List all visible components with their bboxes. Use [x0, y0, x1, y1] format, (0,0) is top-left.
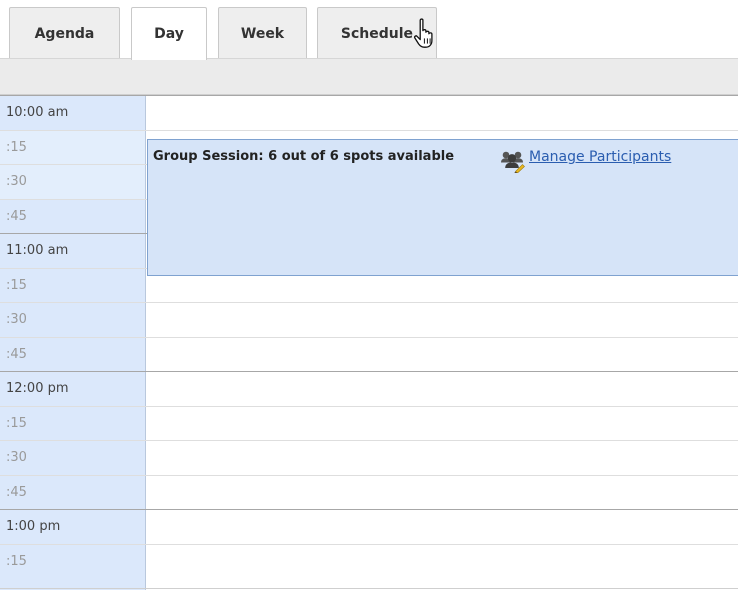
timeslot-row: 12:00 pm — [0, 371, 738, 406]
view-tabs: Agenda Day Week Schedule — [0, 0, 738, 60]
tab-agenda[interactable]: Agenda — [9, 7, 120, 58]
timeslot-label: 1:00 pm — [6, 519, 61, 534]
hand-pointer-cursor-icon — [413, 18, 433, 48]
timeslot-label: 11:00 am — [6, 243, 69, 258]
timeslot-label: :15 — [6, 415, 27, 431]
timeslot-label: :45 — [6, 346, 27, 362]
group-users-icon[interactable] — [500, 149, 526, 173]
timeslot-row: :45 — [0, 474, 738, 510]
timeslot-label: :15 — [6, 277, 27, 293]
timeslot-cell[interactable] — [146, 407, 738, 441]
timeslot-cell[interactable] — [146, 441, 738, 475]
day-header — [0, 58, 738, 95]
tab-day[interactable]: Day — [131, 7, 207, 60]
grid-bottom-border — [0, 588, 738, 589]
timeslot-label: :15 — [0, 130, 146, 165]
timeslot-label: 12:00 pm — [6, 381, 69, 396]
timeslot-row: :30 — [0, 302, 738, 337]
tab-week[interactable]: Week — [218, 7, 307, 58]
timeslot-row: :15 — [0, 405, 738, 441]
timeslot-label: :30 — [6, 312, 27, 327]
timeslot-cell[interactable] — [146, 510, 738, 544]
timeslot-row: :15 — [0, 543, 738, 579]
timeslot-row: 10:00 am — [0, 95, 738, 130]
group-session-event[interactable]: Group Session: 6 out of 6 spots availabl… — [147, 139, 738, 276]
timeslot-row: :30 — [0, 440, 738, 475]
timeslot-label: :30 — [0, 165, 146, 199]
calendar-day-view: Agenda Day Week Schedule 10:00 am:15:30:… — [0, 0, 738, 590]
timeslot-cell[interactable] — [146, 545, 738, 579]
timeslot-label: :15 — [6, 553, 27, 569]
timeslot-cell[interactable] — [146, 303, 738, 337]
timeslot-label: :30 — [6, 450, 27, 465]
timeslot-cell[interactable] — [146, 476, 738, 510]
timeslot-cell[interactable] — [146, 372, 738, 406]
timeslot-label: :45 — [6, 484, 27, 500]
event-title: Group Session: 6 out of 6 spots availabl… — [153, 149, 455, 164]
timeslot-label: :45 — [6, 208, 27, 224]
timeslot-cell[interactable] — [146, 96, 738, 130]
timeslot-cell[interactable] — [146, 338, 738, 372]
manage-participants-link[interactable]: Manage Participants — [529, 149, 671, 165]
timeslot-row: :45 — [0, 336, 738, 372]
timeslot-row: 1:00 pm — [0, 509, 738, 544]
timeslot-label: 10:00 am — [6, 105, 69, 120]
